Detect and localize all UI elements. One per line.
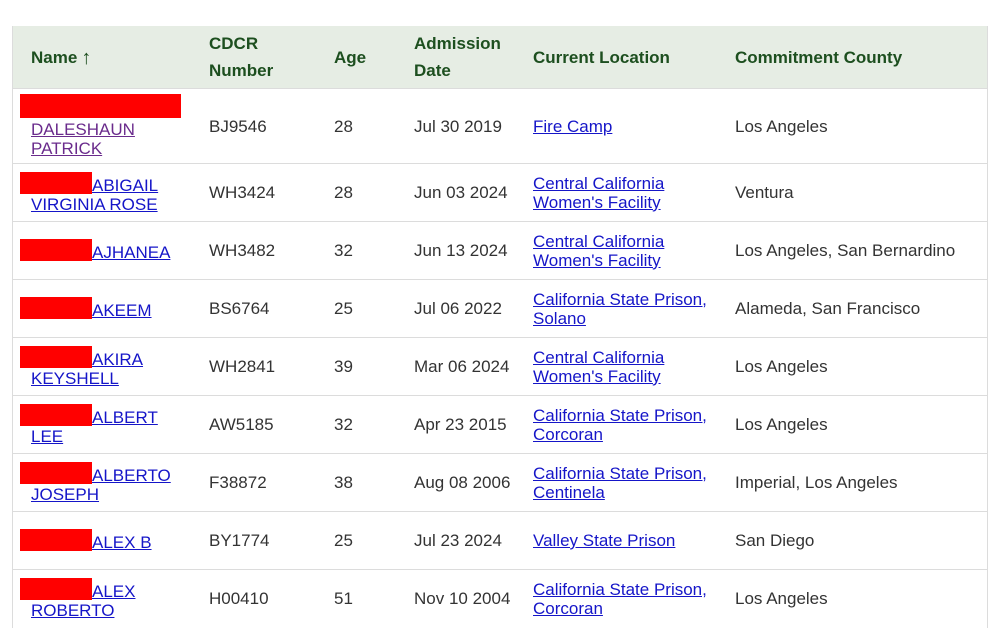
commitment-county-cell: Los Angeles: [717, 337, 987, 396]
name-cell: AKIRA KEYSHELL: [13, 337, 191, 396]
commitment-county-cell: Los Angeles, San Bernardino: [717, 221, 987, 280]
table-header-row: Name ↑ CDCR Number Age Admission Date Cur…: [13, 26, 987, 89]
table-row: ABIGAIL VIRGINIA ROSE WH3424 28 Jun 03 2024…: [13, 163, 987, 222]
admission-date-cell: Apr 23 2015: [396, 395, 515, 454]
cdcr-number-cell: WH3424: [191, 163, 316, 222]
column-header-commitment-county[interactable]: Commitment County: [717, 26, 987, 89]
admission-date-cell: Jun 03 2024: [396, 163, 515, 222]
inmate-name-link[interactable]: AJHANEA: [92, 243, 170, 262]
current-location-cell: California State Prison, Centinela: [515, 453, 717, 512]
age-cell: 25: [316, 279, 396, 338]
cdcr-number-cell: H00410: [191, 569, 316, 628]
inmate-name-link[interactable]: ALEX B: [92, 533, 152, 552]
name-cell: ALEX ROBERTO: [13, 569, 191, 628]
redaction-block: [20, 239, 92, 261]
current-location-link[interactable]: California State Prison, Corcoran: [533, 580, 707, 618]
cdcr-number-cell: WH2841: [191, 337, 316, 396]
inmate-name-link[interactable]: AKEEM: [92, 301, 152, 320]
inmate-results-table: Name ↑ CDCR Number Age Admission Date Cur…: [13, 26, 987, 628]
current-location-cell: California State Prison, Corcoran: [515, 569, 717, 628]
current-location-link[interactable]: California State Prison, Corcoran: [533, 406, 707, 444]
commitment-county-cell: Los Angeles: [717, 88, 987, 164]
table-row: DALESHAUN PATRICK BJ9546 28 Jul 30 2019 Fire…: [13, 88, 987, 164]
redaction-block: [20, 345, 92, 368]
age-cell: 25: [316, 511, 396, 570]
column-header-admission-date[interactable]: Admission Date: [396, 26, 515, 89]
inmate-results-table-container: Name ↑ CDCR Number Age Admission Date Cur…: [12, 26, 988, 628]
current-location-link[interactable]: California State Prison, Solano: [533, 290, 707, 328]
current-location-link[interactable]: California State Prison, Centinela: [533, 464, 707, 502]
age-cell: 28: [316, 163, 396, 222]
current-location-link[interactable]: Central California Women's Facility: [533, 232, 664, 270]
table-row: AKEEM BS6764 25 Jul 06 2022 California State…: [13, 279, 987, 338]
current-location-cell: Central California Women's Facility: [515, 221, 717, 280]
cdcr-number-cell: WH3482: [191, 221, 316, 280]
name-cell: ABIGAIL VIRGINIA ROSE: [13, 163, 191, 222]
current-location-link[interactable]: Valley State Prison: [533, 531, 675, 550]
admission-date-cell: Jul 30 2019: [396, 88, 515, 164]
redaction-block: [20, 461, 92, 484]
age-cell: 28: [316, 88, 396, 164]
name-cell: ALBERTO JOSEPH: [13, 453, 191, 512]
current-location-cell: Fire Camp: [515, 88, 717, 164]
cdcr-number-cell: F38872: [191, 453, 316, 512]
cdcr-number-cell: BS6764: [191, 279, 316, 338]
cdcr-number-cell: BY1774: [191, 511, 316, 570]
inmate-name-link[interactable]: DALESHAUN PATRICK: [31, 120, 135, 158]
name-cell: AJHANEA: [13, 221, 191, 280]
commitment-county-cell: San Diego: [717, 511, 987, 570]
admission-date-cell: Jun 13 2024: [396, 221, 515, 280]
admission-date-cell: Jul 23 2024: [396, 511, 515, 570]
column-header-age[interactable]: Age: [316, 26, 396, 89]
table-row: AJHANEA WH3482 32 Jun 13 2024 Central Califo…: [13, 221, 987, 280]
sort-ascending-arrow-up-icon[interactable]: ↑: [81, 48, 91, 68]
admission-date-cell: Mar 06 2024: [396, 337, 515, 396]
current-location-cell: Central California Women's Facility: [515, 163, 717, 222]
redaction-block: [20, 94, 181, 118]
commitment-county-cell: Alameda, San Francisco: [717, 279, 987, 338]
commitment-county-cell: Los Angeles: [717, 395, 987, 454]
cdcr-number-cell: BJ9546: [191, 88, 316, 164]
table-row: ALBERT LEE AW5185 32 Apr 23 2015 California …: [13, 395, 987, 454]
current-location-cell: Central California Women's Facility: [515, 337, 717, 396]
commitment-county-cell: Ventura: [717, 163, 987, 222]
current-location-link[interactable]: Central California Women's Facility: [533, 174, 664, 212]
age-cell: 51: [316, 569, 396, 628]
table-row: ALEX B BY1774 25 Jul 23 2024 Valley State Pr…: [13, 511, 987, 570]
cdcr-number-cell: AW5185: [191, 395, 316, 454]
column-header-cdcr-number[interactable]: CDCR Number: [191, 26, 316, 89]
name-cell: ALEX B: [13, 511, 191, 570]
current-location-cell: California State Prison, Corcoran: [515, 395, 717, 454]
name-cell: ALBERT LEE: [13, 395, 191, 454]
redaction-block: [20, 577, 92, 600]
admission-date-cell: Aug 08 2006: [396, 453, 515, 512]
column-header-current-location[interactable]: Current Location: [515, 26, 717, 89]
admission-date-cell: Nov 10 2004: [396, 569, 515, 628]
commitment-county-cell: Los Angeles: [717, 569, 987, 628]
age-cell: 32: [316, 395, 396, 454]
table-row: AKIRA KEYSHELL WH2841 39 Mar 06 2024 Central…: [13, 337, 987, 396]
current-location-cell: California State Prison, Solano: [515, 279, 717, 338]
age-cell: 32: [316, 221, 396, 280]
current-location-cell: Valley State Prison: [515, 511, 717, 570]
column-header-name[interactable]: Name ↑: [13, 26, 191, 89]
table-row: ALEX ROBERTO H00410 51 Nov 10 2004 Californi…: [13, 569, 987, 628]
redaction-block: [20, 171, 92, 194]
age-cell: 38: [316, 453, 396, 512]
name-cell: DALESHAUN PATRICK: [13, 88, 191, 164]
commitment-county-cell: Imperial, Los Angeles: [717, 453, 987, 512]
current-location-link[interactable]: Central California Women's Facility: [533, 348, 664, 386]
redaction-block: [20, 297, 92, 319]
age-cell: 39: [316, 337, 396, 396]
admission-date-cell: Jul 06 2022: [396, 279, 515, 338]
name-cell: AKEEM: [13, 279, 191, 338]
redaction-block: [20, 529, 92, 551]
redaction-block: [20, 403, 92, 426]
table-row: ALBERTO JOSEPH F38872 38 Aug 08 2006 Califor…: [13, 453, 987, 512]
current-location-link[interactable]: Fire Camp: [533, 117, 612, 136]
